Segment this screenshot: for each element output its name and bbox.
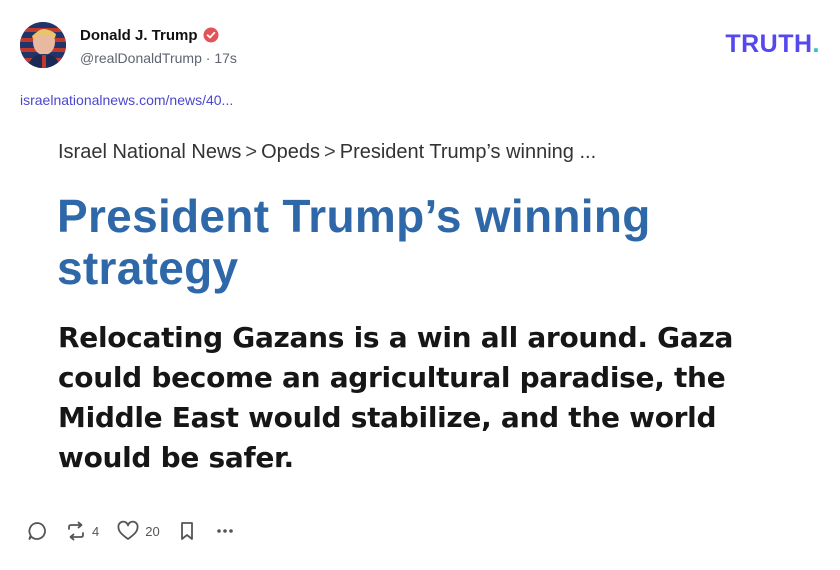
breadcrumb-item-section[interactable]: Opeds bbox=[261, 141, 320, 164]
brand-dot: . bbox=[812, 30, 820, 58]
breadcrumb-separator: > bbox=[245, 141, 258, 163]
reply-icon bbox=[26, 520, 48, 542]
post-meta: @realDonaldTrump · 17s bbox=[80, 50, 237, 66]
reply-button[interactable] bbox=[26, 520, 48, 542]
retruth-button[interactable]: 4 bbox=[65, 520, 99, 542]
author-row: Donald J. Trump bbox=[80, 24, 219, 46]
avatar[interactable] bbox=[20, 22, 66, 68]
heart-icon bbox=[116, 520, 140, 542]
article-link[interactable]: israelnationalnews.com/news/40... bbox=[20, 92, 233, 108]
breadcrumb-separator: > bbox=[324, 141, 336, 163]
truth-logo[interactable]: TRUTH. bbox=[725, 30, 820, 59]
more-icon bbox=[214, 520, 236, 542]
article-subhead: Relocating Gazans is a win all around. G… bbox=[58, 321, 734, 474]
verified-badge-icon bbox=[203, 27, 219, 43]
brand-name: TRUTH bbox=[725, 30, 813, 58]
author-name[interactable]: Donald J. Trump bbox=[80, 27, 198, 44]
link-preview-card[interactable]: Israel National News > Opeds > President… bbox=[20, 118, 820, 498]
post-actions: 4 20 bbox=[26, 516, 253, 546]
meta-separator: · bbox=[205, 50, 211, 66]
breadcrumb: Israel National News > Opeds > President… bbox=[58, 141, 596, 164]
retruth-count: 4 bbox=[92, 523, 100, 539]
retruth-icon bbox=[65, 520, 87, 542]
breadcrumb-item-site[interactable]: Israel National News bbox=[58, 141, 241, 164]
breadcrumb-item-article: President Trump’s winning ... bbox=[339, 141, 597, 163]
bookmark-button[interactable] bbox=[177, 520, 197, 542]
more-button[interactable] bbox=[214, 520, 236, 542]
bookmark-icon bbox=[177, 520, 197, 542]
article-headline: President Trump’s winning strategy bbox=[57, 190, 651, 294]
post-header: Donald J. Trump @realDonaldTrump · 17s bbox=[20, 22, 820, 72]
like-count: 20 bbox=[145, 523, 160, 539]
author-handle[interactable]: @realDonaldTrump bbox=[80, 50, 202, 66]
like-button[interactable]: 20 bbox=[116, 520, 160, 542]
post-timestamp[interactable]: 17s bbox=[214, 50, 237, 66]
